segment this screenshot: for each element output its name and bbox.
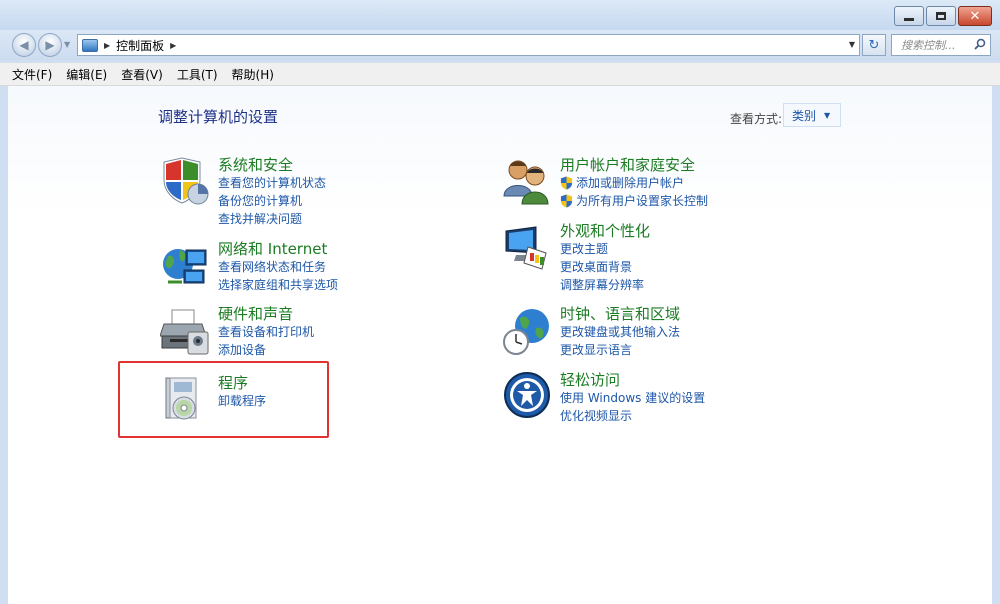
category-user-accounts: 用户帐户和家庭安全 添加或删除用户帐户 为所有用户设置家长控制 [560, 156, 708, 210]
menu-edit[interactable]: 编辑(E) [66, 66, 107, 83]
forward-button[interactable]: ▶ [38, 33, 62, 57]
address-dropdown-icon[interactable]: ▼ [849, 40, 855, 49]
address-bar[interactable]: ▶ 控制面板 ▶ ▼ [77, 34, 860, 56]
uac-shield-icon [560, 176, 573, 190]
navigation-bar: ◀ ▶ ▼ ▶ 控制面板 ▶ ▼ ↻ 搜索控制... [0, 30, 1000, 60]
menu-view[interactable]: 查看(V) [121, 66, 163, 83]
category-system-security: 系统和安全 查看您的计算机状态 备份您的计算机 查找并解决问题 [218, 156, 326, 228]
link-label: 为所有用户设置家长控制 [576, 194, 709, 208]
breadcrumb-control-panel[interactable]: 控制面板 [116, 37, 164, 54]
category-title[interactable]: 网络和 Internet [218, 240, 338, 258]
link-recommended-settings[interactable]: 使用 Windows 建议的设置 [560, 389, 705, 407]
category-title[interactable]: 用户帐户和家庭安全 [560, 156, 708, 174]
window-controls: ✕ [892, 6, 992, 26]
category-title[interactable]: 硬件和声音 [218, 305, 314, 323]
link-troubleshoot[interactable]: 查找并解决问题 [218, 210, 326, 228]
menu-tools[interactable]: 工具(T) [177, 66, 218, 83]
menu-file[interactable]: 文件(F) [12, 66, 52, 83]
link-change-theme[interactable]: 更改主题 [560, 240, 650, 258]
view-by-dropdown[interactable]: 类别 ▼ [783, 103, 841, 127]
network-globe-icon [163, 249, 207, 284]
link-change-display-language[interactable]: 更改显示语言 [560, 341, 680, 359]
link-devices-printers[interactable]: 查看设备和打印机 [218, 323, 314, 341]
link-change-keyboard[interactable]: 更改键盘或其他输入法 [560, 323, 680, 341]
view-by-label: 查看方式: [730, 112, 783, 126]
printer-icon [160, 309, 209, 355]
link-optimize-visual-display[interactable]: 优化视频显示 [560, 407, 705, 425]
category-network-internet: 网络和 Internet 查看网络状态和任务 选择家庭组和共享选项 [218, 240, 338, 294]
link-desktop-background[interactable]: 更改桌面背景 [560, 258, 650, 276]
close-icon: ✕ [969, 8, 981, 24]
page-title: 调整计算机的设置 [158, 108, 279, 126]
ease-of-access-icon [504, 372, 550, 418]
search-icon[interactable] [974, 38, 986, 50]
breadcrumb-arrow-icon[interactable]: ▶ [170, 41, 176, 50]
link-backup-computer[interactable]: 备份您的计算机 [218, 192, 326, 210]
category-title[interactable]: 轻松访问 [560, 371, 705, 389]
link-parental-controls[interactable]: 为所有用户设置家长控制 [560, 192, 708, 210]
category-hardware-sound: 硬件和声音 查看设备和打印机 添加设备 [218, 305, 314, 359]
view-by-value: 类别 [792, 108, 817, 123]
refresh-button[interactable]: ↻ [862, 34, 886, 56]
link-network-status[interactable]: 查看网络状态和任务 [218, 258, 338, 276]
back-arrow-icon: ◀ [19, 38, 29, 52]
highlight-box [118, 361, 329, 438]
search-placeholder: 搜索控制... [901, 39, 956, 52]
link-homegroup-sharing[interactable]: 选择家庭组和共享选项 [218, 276, 338, 294]
link-screen-resolution[interactable]: 调整屏幕分辨率 [560, 276, 650, 294]
link-add-remove-accounts[interactable]: 添加或删除用户帐户 [560, 174, 708, 192]
menu-bar: 文件(F) 编辑(E) 查看(V) 工具(T) 帮助(H) [0, 62, 1000, 86]
link-view-computer-status[interactable]: 查看您的计算机状态 [218, 174, 326, 192]
maximize-button[interactable] [926, 6, 956, 26]
back-button[interactable]: ◀ [12, 33, 36, 57]
search-input[interactable]: 搜索控制... [891, 34, 991, 56]
menu-help[interactable]: 帮助(H) [232, 66, 274, 83]
clock-globe-icon [503, 309, 549, 355]
maximize-icon [936, 12, 946, 20]
recent-pages-dropdown[interactable]: ▼ [64, 40, 70, 49]
title-bar: ✕ [0, 0, 1000, 30]
category-title[interactable]: 外观和个性化 [560, 222, 650, 240]
close-button[interactable]: ✕ [958, 6, 992, 26]
content-area: 调整计算机的设置 查看方式: 类别 ▼ 系统和安全 查看您的计算机状态 备份您的… [0, 86, 1000, 604]
refresh-icon: ↻ [868, 37, 880, 53]
minimize-button[interactable] [894, 6, 924, 26]
category-clock-language-region: 时钟、语言和区域 更改键盘或其他输入法 更改显示语言 [560, 305, 680, 359]
category-title[interactable]: 系统和安全 [218, 156, 326, 174]
monitor-palette-icon [505, 226, 547, 270]
users-icon [503, 160, 549, 205]
control-panel-icon [82, 38, 98, 52]
category-ease-of-access: 轻松访问 使用 Windows 建议的设置 优化视频显示 [560, 371, 705, 425]
category-appearance: 外观和个性化 更改主题 更改桌面背景 调整屏幕分辨率 [560, 222, 650, 294]
uac-shield-icon [560, 194, 573, 208]
forward-arrow-icon: ▶ [45, 38, 55, 52]
chevron-down-icon: ▼ [824, 110, 831, 120]
shield-icon [163, 157, 209, 205]
link-label: 添加或删除用户帐户 [576, 176, 685, 190]
breadcrumb-arrow-icon[interactable]: ▶ [104, 41, 110, 50]
category-title[interactable]: 时钟、语言和区域 [560, 305, 680, 323]
link-add-device[interactable]: 添加设备 [218, 341, 314, 359]
minimize-icon [904, 17, 914, 21]
